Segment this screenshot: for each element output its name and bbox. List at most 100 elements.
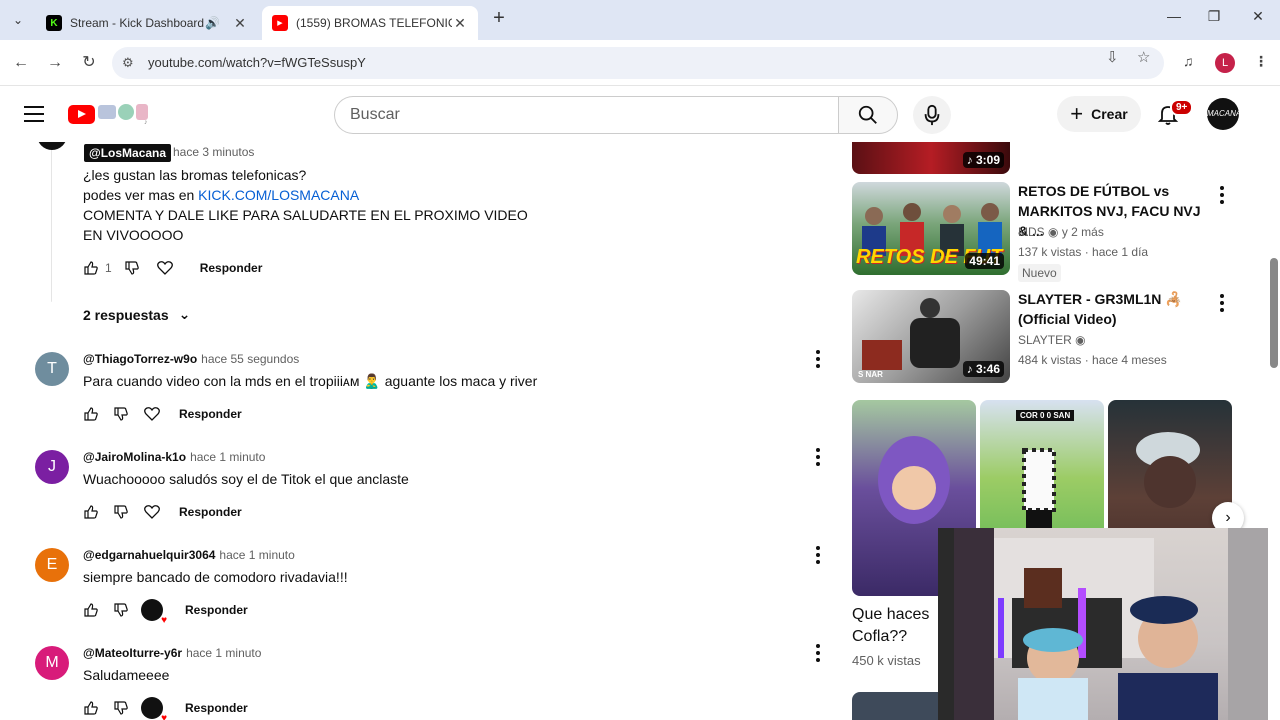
profile-avatar[interactable]: L (1215, 53, 1235, 73)
author-name[interactable]: @JairoMolina-k1o (83, 450, 186, 464)
creator-heart-icon[interactable] (141, 599, 167, 626)
tab-search-chevron-icon[interactable]: ⌄ (6, 8, 30, 32)
youtube-doodle-icon[interactable]: ♪ (96, 100, 152, 126)
plus-icon: + (1070, 101, 1084, 126)
comment-author[interactable]: @ThiagoTorrez-w9o hace 55 segundos (83, 352, 299, 366)
video-thumbnail[interactable]: S NAR ♪ 3:46 (852, 290, 1010, 383)
page-scrollbar[interactable] (1268, 86, 1280, 720)
youtube-icon: ▶ (272, 15, 288, 31)
thumbs-up-icon[interactable] (83, 504, 99, 520)
heart-icon[interactable] (156, 259, 174, 277)
search-input[interactable] (350, 97, 810, 133)
restore-icon[interactable]: ❐ (1202, 8, 1226, 25)
creator-author-badge[interactable]: @LosMacana (84, 144, 172, 162)
reply-button[interactable]: Responder (179, 505, 242, 519)
channel-name[interactable]: SLAYTER (1018, 333, 1072, 347)
url-text: youtube.com/watch?v=fWGTeSsuspY (148, 55, 366, 70)
comment-time[interactable]: hace 1 minuto (186, 646, 261, 660)
comment-author[interactable]: @MateoIturre-y6r hace 1 minuto (83, 646, 261, 660)
reply-button[interactable]: Responder (185, 603, 248, 617)
close-tab-icon[interactable]: ✕ (232, 15, 248, 32)
thumbs-down-icon[interactable] (113, 602, 129, 618)
heart-icon[interactable] (143, 503, 161, 521)
minimize-icon[interactable]: — (1162, 8, 1186, 24)
back-arrow-icon[interactable]: ← (10, 52, 32, 74)
chevron-down-icon: ⌄ (178, 306, 191, 322)
thumbs-down-icon[interactable] (113, 406, 129, 422)
create-button[interactable]: + Crear (1057, 96, 1141, 132)
video-thumbnail[interactable]: ♪ 3:09 (852, 142, 1010, 174)
hamburger-menu-icon[interactable] (24, 106, 44, 127)
comment-time[interactable]: hace 1 minuto (219, 548, 294, 562)
voice-search-button[interactable] (913, 96, 951, 134)
comment-time[interactable]: hace 1 minuto (190, 450, 265, 464)
duration-badge: 49:41 (965, 253, 1004, 269)
microphone-icon (924, 104, 940, 126)
thumbs-down-icon[interactable] (124, 260, 140, 276)
verified-icon: ◉ (1075, 333, 1086, 347)
thumbs-up-icon[interactable] (83, 602, 99, 618)
avatar[interactable]: J (35, 450, 69, 484)
forward-arrow-icon[interactable]: → (44, 52, 66, 74)
comment-menu-icon[interactable] (816, 546, 820, 564)
video-title[interactable]: SLAYTER - GR3ML1N 🦂 (Official Video) (1018, 289, 1208, 329)
install-app-icon[interactable]: ⇩ (1106, 48, 1119, 66)
kick-link[interactable]: KICK.COM/LOSMACANA (198, 187, 359, 203)
replies-toggle[interactable]: 2 respuestas ⌄ (83, 306, 190, 323)
creator-heart-icon[interactable] (141, 697, 167, 720)
close-window-icon[interactable]: ✕ (1246, 8, 1270, 25)
comment-author[interactable]: @JairoMolina-k1o hace 1 minuto (83, 450, 265, 464)
youtube-logo[interactable] (68, 105, 95, 124)
avatar[interactable]: T (35, 352, 69, 386)
comment-menu-icon[interactable] (816, 350, 820, 368)
tab-kick-dashboard[interactable]: K Stream - Kick Dashboard 🔊 ✕ (36, 6, 258, 40)
comment-time[interactable]: hace 55 segundos (201, 352, 299, 366)
video-meta: 484 k vistas · hace 4 meses (1018, 353, 1167, 367)
thumbs-down-icon[interactable] (113, 504, 129, 520)
menu-kebab-icon[interactable]: ⋮ (1254, 53, 1268, 70)
comment-time[interactable]: hace 3 minutos (173, 145, 254, 159)
address-bar[interactable]: ⚙ youtube.com/watch?v=fWGTeSsuspY (112, 47, 1164, 79)
video-channel[interactable]: MDS ◉ y 2 más (1018, 223, 1104, 241)
notification-count-badge: 9+ (1170, 99, 1194, 116)
comment-author[interactable]: @edgarnahuelquir3064 hace 1 minuto (83, 548, 295, 562)
comment-menu-icon[interactable] (816, 448, 820, 466)
comment-text: siempre bancado de comodoro rivadavia!!! (83, 569, 348, 585)
new-tab-button[interactable]: + (488, 8, 510, 30)
video-menu-icon[interactable] (1220, 186, 1224, 204)
media-controls-icon[interactable]: ♫ (1183, 53, 1194, 69)
author-name[interactable]: @ThiagoTorrez-w9o (83, 352, 197, 366)
video-channel[interactable]: SLAYTER ◉ (1018, 331, 1086, 349)
avatar[interactable]: E (35, 548, 69, 582)
thumbs-up-icon[interactable] (83, 260, 99, 276)
speaker-icon[interactable]: 🔊 (205, 16, 220, 30)
heart-icon[interactable] (143, 405, 161, 423)
avatar[interactable] (37, 142, 67, 150)
channel-name[interactable]: MDS (1018, 225, 1045, 239)
avatar[interactable]: M (35, 646, 69, 680)
comment-menu-icon[interactable] (816, 644, 820, 662)
video-menu-icon[interactable] (1220, 294, 1224, 312)
site-info-icon[interactable]: ⚙ (122, 55, 134, 71)
close-tab-icon[interactable]: ✕ (452, 15, 468, 32)
bookmark-star-icon[interactable]: ☆ (1137, 48, 1150, 66)
duration-text: 3:46 (975, 362, 1000, 376)
short-views: 450 k vistas (852, 653, 921, 668)
kick-icon: K (46, 15, 62, 31)
comment-text: Wuachooooo saludós soy el de Titok el qu… (83, 471, 409, 487)
author-name[interactable]: @edgarnahuelquir3064 (83, 548, 215, 562)
scrollbar-thumb[interactable] (1270, 258, 1278, 368)
channel-avatar[interactable]: MACANA (1207, 98, 1241, 130)
reply-button[interactable]: Responder (185, 701, 248, 715)
reply-button[interactable]: Responder (200, 261, 263, 275)
reply-button[interactable]: Responder (179, 407, 242, 421)
reload-icon[interactable]: ↻ (78, 52, 100, 74)
thumbs-up-icon[interactable] (83, 406, 99, 422)
thumbs-up-icon[interactable] (83, 700, 99, 716)
duration-text: 3:09 (975, 153, 1000, 167)
video-thumbnail[interactable]: RETOS DE FUT 49:41 (852, 182, 1010, 275)
search-button[interactable] (838, 96, 898, 134)
tab-youtube-video[interactable]: ▶ (1559) BROMAS TELEFONICAS - ✕ (262, 6, 478, 40)
thumbs-down-icon[interactable] (113, 700, 129, 716)
author-name[interactable]: @MateoIturre-y6r (83, 646, 182, 660)
